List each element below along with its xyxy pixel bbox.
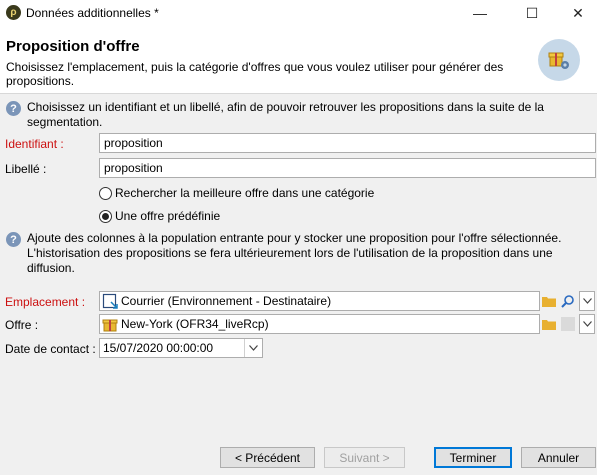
libelle-input[interactable]: proposition bbox=[99, 158, 596, 178]
next-button[interactable]: Suivant > bbox=[324, 447, 405, 468]
identifiant-label: Identifiant : bbox=[5, 137, 64, 151]
gift-icon bbox=[102, 319, 118, 332]
help-icon: ? bbox=[6, 232, 21, 247]
contact-date-label: Date de contact : bbox=[5, 342, 96, 356]
chevron-down-icon[interactable] bbox=[244, 339, 262, 357]
contact-date-input[interactable]: 15/07/2020 00:00:00 bbox=[99, 338, 263, 358]
minimize-button[interactable]: — bbox=[460, 0, 500, 26]
help-icon: ? bbox=[6, 101, 21, 116]
offer-settings-icon bbox=[538, 39, 580, 81]
info-columns-text: Ajoute des colonnes à la population entr… bbox=[27, 231, 562, 275]
close-button[interactable]: ✕ bbox=[558, 0, 597, 26]
folder-icon[interactable] bbox=[541, 293, 557, 309]
mail-placement-icon bbox=[102, 293, 118, 309]
radio-predefined-offer-label: Une offre prédéfinie bbox=[115, 209, 221, 223]
search-icon-disabled bbox=[560, 316, 576, 332]
info-columns: ? Ajoute des colonnes à la population en… bbox=[6, 231, 586, 276]
placement-field[interactable]: Courrier (Environnement - Destinataire) bbox=[99, 291, 540, 311]
radio-button[interactable] bbox=[99, 186, 112, 200]
identifiant-input[interactable]: proposition bbox=[99, 133, 596, 153]
info-identifier-text: Choisissez un identifiant et un libellé,… bbox=[27, 100, 544, 129]
placement-dropdown[interactable] bbox=[579, 291, 595, 311]
radio-button-selected[interactable] bbox=[99, 209, 112, 223]
info-identifier: ? Choisissez un identifiant et un libell… bbox=[6, 100, 586, 130]
offer-label: Offre : bbox=[5, 318, 39, 332]
wizard-header: Proposition d'offre Choisissez l'emplace… bbox=[0, 26, 597, 94]
placement-label: Emplacement : bbox=[5, 295, 86, 309]
cancel-button[interactable]: Annuler bbox=[521, 447, 596, 468]
search-icon[interactable] bbox=[560, 293, 576, 309]
title-bar: ρ Données additionnelles * — ☐ ✕ bbox=[0, 0, 597, 26]
offer-field[interactable]: New-York (OFR34_liveRcp) bbox=[99, 314, 540, 334]
libelle-label: Libellé : bbox=[5, 162, 47, 176]
placement-value: Courrier (Environnement - Destinataire) bbox=[121, 294, 332, 308]
page-description: Choisissez l'emplacement, puis la catégo… bbox=[6, 60, 504, 88]
offer-value: New-York (OFR34_liveRcp) bbox=[121, 317, 269, 331]
maximize-button[interactable]: ☐ bbox=[512, 0, 552, 26]
previous-button[interactable]: < Précédent bbox=[220, 447, 315, 468]
radio-best-offer[interactable]: Rechercher la meilleure offre dans une c… bbox=[99, 186, 374, 200]
offer-dropdown[interactable] bbox=[579, 314, 595, 334]
folder-icon[interactable] bbox=[541, 316, 557, 332]
window-title: Données additionnelles * bbox=[26, 6, 159, 20]
contact-date-value: 15/07/2020 00:00:00 bbox=[103, 341, 214, 355]
finish-button[interactable]: Terminer bbox=[434, 447, 512, 468]
radio-predefined-offer[interactable]: Une offre prédéfinie bbox=[99, 209, 220, 223]
page-title: Proposition d'offre bbox=[6, 38, 140, 55]
app-icon: ρ bbox=[6, 5, 21, 20]
radio-best-offer-label: Rechercher la meilleure offre dans une c… bbox=[115, 186, 375, 200]
